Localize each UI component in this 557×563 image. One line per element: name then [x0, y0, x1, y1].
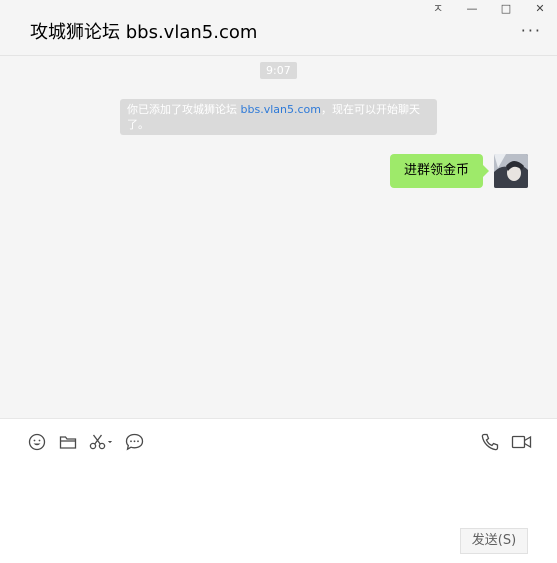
- chat-title: 攻城狮论坛 bbs.vlan5.com: [30, 22, 258, 43]
- phone-icon[interactable]: [480, 431, 500, 453]
- system-message-prefix: 你已添加了攻城狮论坛: [127, 103, 241, 116]
- more-options-icon[interactable]: ···: [521, 23, 542, 39]
- video-icon[interactable]: [510, 431, 532, 453]
- avatar[interactable]: [494, 154, 528, 188]
- folder-icon[interactable]: [58, 431, 78, 453]
- send-button[interactable]: 发送(S): [460, 528, 528, 554]
- avatar-image: [494, 154, 528, 188]
- system-message: 你已添加了攻城狮论坛 bbs.vlan5.com，现在可以开始聊天了。: [120, 99, 437, 135]
- scissors-icon[interactable]: [88, 431, 114, 453]
- system-message-link[interactable]: bbs.vlan5.com: [241, 103, 321, 116]
- minimize-icon[interactable]: —: [455, 0, 489, 16]
- close-icon[interactable]: ✕: [523, 0, 557, 16]
- message-input[interactable]: [20, 461, 537, 525]
- chat-header: 攻城狮论坛 bbs.vlan5.com ㅈ — □ ✕ ···: [0, 0, 557, 56]
- maximize-icon[interactable]: □: [489, 0, 523, 16]
- timestamp: 9:07: [260, 62, 297, 79]
- emoji-icon[interactable]: [27, 431, 47, 453]
- pin-icon[interactable]: ㅈ: [421, 0, 455, 16]
- message-bubble[interactable]: 进群领金币: [390, 154, 490, 188]
- message-list[interactable]: 9:07 你已添加了攻城狮论坛 bbs.vlan5.com，现在可以开始聊天了。…: [0, 57, 557, 418]
- window-controls: ㅈ — □ ✕: [421, 0, 557, 16]
- composer: 发送(S): [0, 418, 557, 563]
- chat-bubble-icon[interactable]: [124, 431, 144, 453]
